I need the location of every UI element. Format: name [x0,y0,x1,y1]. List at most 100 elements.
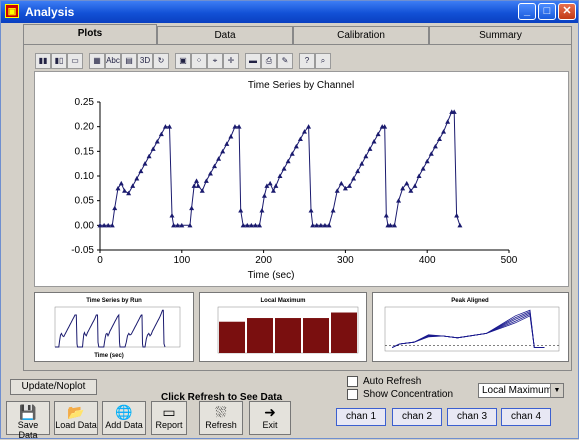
data-point [203,178,209,183]
help-icon[interactable]: ? [299,53,315,69]
data-point [412,183,418,188]
data-point [118,180,124,186]
button-label: Save Data [17,420,39,440]
data-point [267,180,273,186]
data-point [270,188,276,193]
mini-localmax-title: Local Maximum [260,298,305,304]
main-chart: Time Series by Channel Time (sec) 0 100 20… [71,80,518,281]
chart-type-icon[interactable]: ▣ [175,53,191,69]
data-point [154,138,160,144]
data-point [404,180,410,186]
tab-data[interactable]: Data [157,26,293,44]
chevron-down-icon: ▼ [550,384,563,397]
data-point [228,134,234,139]
data-point [445,119,451,124]
data-point [375,131,381,137]
show-concentration-label: Show Concentration [363,389,454,401]
y-tick-label: 0.10 [75,171,95,182]
series-line [100,111,461,226]
data-point [146,153,152,159]
save-data-button[interactable]: 💾 Save Data [6,401,50,440]
channel-button-2[interactable]: chan 2 [392,408,442,426]
update-noplot-button[interactable]: Update/Noplot [10,379,97,395]
window-title: Analysis [25,5,75,19]
data-point [273,183,279,188]
load-data-button[interactable]: 📂 Load Data [54,401,98,435]
data-point [371,138,377,144]
edit-icon[interactable]: ✎ [277,53,293,69]
3d-bar-icon[interactable]: ▮▯ [51,53,67,69]
tab-plots[interactable]: Plots [23,24,157,45]
data-point [293,143,299,149]
checkbox-icon [347,389,358,400]
crosshair-icon[interactable]: ✛ [223,53,239,69]
minimize-button[interactable]: _ [518,3,536,20]
horizontal-bar-icon[interactable]: ▭ [67,53,83,69]
channel-button-3[interactable]: chan 3 [447,408,497,426]
add-data-button[interactable]: 🌐 Add Data [102,401,146,435]
peak-line [392,309,545,348]
title-bar[interactable]: ▣ Analysis _ □ ✕ [1,1,578,23]
zoom-2d-icon[interactable]: 3D [137,53,153,69]
data-point [334,188,340,193]
x-tick-label: 100 [173,255,190,266]
exit-button[interactable]: ➜ Exit [249,401,291,435]
auto-refresh-label: Auto Refresh [363,376,422,388]
rotate-icon[interactable]: ↻ [153,53,169,69]
data-point [261,193,267,198]
peak-line [392,315,545,348]
grid-icon[interactable]: ▦ [89,53,105,69]
folder-icon: 📂 [67,404,85,420]
data-point [220,148,226,154]
show-concentration-checkbox[interactable]: Show Concentration [347,389,453,400]
search-icon[interactable]: ⌕ [315,53,331,69]
mini-chart-run: Time Series by Run Time (sec) [34,292,194,362]
y-tick-label: 0.15 [75,146,95,157]
scatter-icon[interactable]: ⁘ [191,53,207,69]
bar [303,318,329,353]
save-icon: 💾 [19,404,37,420]
analysis-window: ▣ Analysis _ □ ✕ Plots Data Calibration … [0,0,579,440]
mode-dropdown[interactable]: Local Maximum ▼ [478,383,564,398]
channel-button-1[interactable]: chan 1 [336,408,386,426]
data-point [194,178,200,183]
table-grid-icon[interactable]: ▤ [121,53,137,69]
button-label: Report [155,420,183,430]
tab-calibration[interactable]: Calibration [293,26,429,44]
data-point [216,156,222,161]
data-point [351,175,357,181]
shower-icon: ⛆ [215,404,227,420]
channel-button-4[interactable]: chan 4 [501,408,551,426]
close-button[interactable]: ✕ [558,3,576,20]
data-point [277,173,283,178]
x-tick-label: 400 [419,255,436,266]
refresh-button[interactable]: ⛆ Refresh [199,401,243,435]
mini-peak-frame [384,306,560,352]
button-label: Refresh [205,420,237,430]
data-point [285,158,291,164]
mini-peak-title: Peak Aligned [451,298,489,304]
button-label: Exit [262,420,278,430]
fit-icon[interactable]: ⌖ [207,53,223,69]
tab-summary[interactable]: Summary [429,26,572,44]
peak-line [392,313,545,348]
export-icon[interactable]: ⎙ [261,53,277,69]
y-tick-label: -0.05 [71,245,94,256]
bar-chart-icon[interactable]: ▮▮ [35,53,51,69]
data-point [454,212,460,218]
exit-arrow-icon: ➜ [264,404,276,420]
data-point [150,146,156,151]
app-icon: ▣ [5,4,19,18]
y-tick-label: 0.25 [75,97,95,108]
palette-icon[interactable]: ▬ [245,53,261,69]
data-point [359,161,365,166]
data-point [189,205,195,211]
button-label: Load Data [55,420,97,430]
abc-text-icon[interactable]: Abc [105,53,121,69]
auto-refresh-checkbox[interactable]: Auto Refresh [347,376,421,387]
data-point [142,161,148,166]
bar [247,318,273,353]
report-button[interactable]: ▭ Report [151,401,187,435]
maximize-button[interactable]: □ [538,3,556,20]
data-point [424,158,430,164]
